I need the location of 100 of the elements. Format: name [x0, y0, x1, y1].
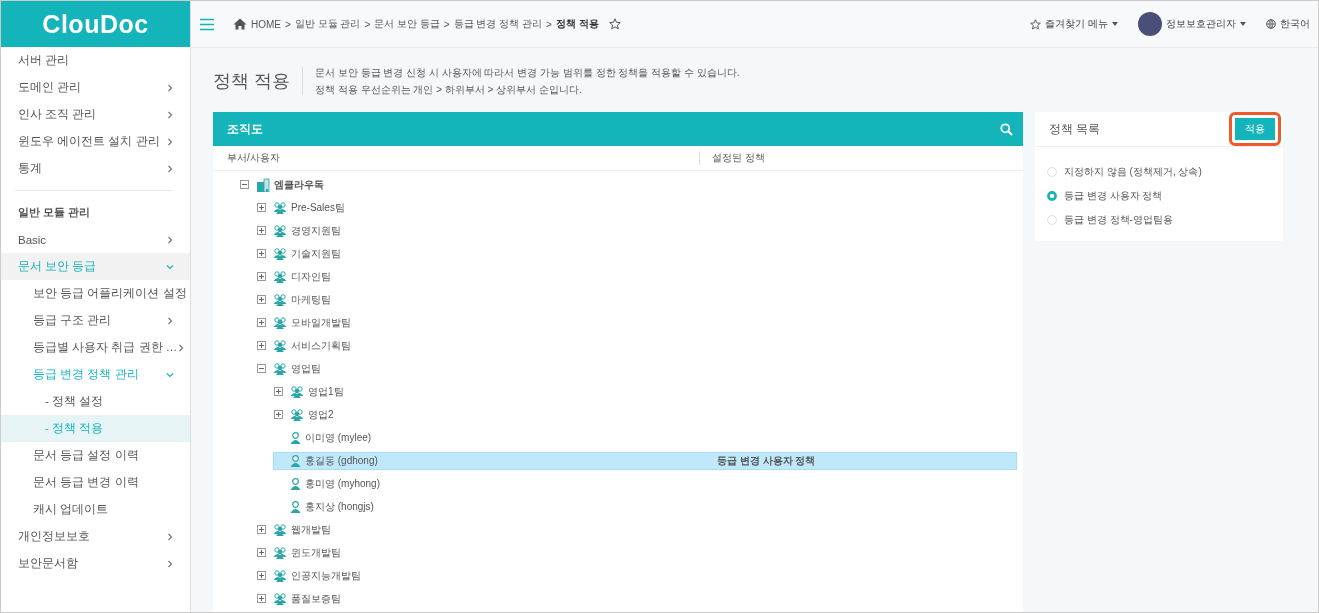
person-icon [290, 500, 301, 513]
sidebar-item[interactable]: 보안문서함 [1, 550, 190, 577]
sidebar-item[interactable]: 보안 등급 어플리케이션 설정 [1, 280, 190, 307]
sidebar-item[interactable]: 통계 [1, 155, 190, 182]
expand-icon[interactable] [257, 525, 266, 534]
star-icon [1030, 18, 1042, 30]
expand-icon[interactable] [257, 272, 266, 281]
favorites-menu[interactable]: 즐겨찾기 메뉴 [1030, 17, 1118, 31]
page-description: 문서 보안 등급 변경 신청 시 사용자에 따라서 변경 가능 범위를 정한 정책을 적용할 수 있습니다. [315, 66, 740, 80]
person-icon [290, 454, 301, 467]
caret-icon [1112, 22, 1118, 26]
column-header: 설정된 정책 [712, 152, 765, 163]
sidebar-item[interactable]: 문서 등급 설정 이력 [1, 442, 190, 469]
group-icon [273, 523, 287, 536]
breadcrumb-separator: > [443, 18, 450, 30]
tree-row[interactable]: 영업팀 [257, 360, 1016, 377]
expand-icon[interactable] [257, 571, 266, 580]
tree-row[interactable]: 이미영 (mylee) [274, 429, 1016, 446]
expand-icon[interactable] [257, 594, 266, 603]
page-description: 정책 적용 우선순위는 개인 > 하위부서 > 상위부서 순입니다. [315, 83, 583, 97]
person-icon [290, 477, 301, 490]
tree-row[interactable]: 윈도개발팀 [257, 544, 1016, 561]
tree-row[interactable]: 경영지원팀 [257, 222, 1016, 239]
breadcrumb-separator: > [364, 18, 371, 30]
chevron-right-icon [166, 316, 174, 325]
home-icon[interactable] [233, 18, 247, 30]
tree-row[interactable]: 품질보증팀 [257, 590, 1016, 607]
sidebar-item[interactable]: 인사 조직 관리 [1, 101, 190, 128]
tree-row[interactable]: 인공지능개발팀 [257, 567, 1016, 584]
group-icon [273, 270, 287, 283]
group-icon [290, 385, 304, 398]
expand-icon[interactable] [274, 387, 283, 396]
sidebar-item[interactable]: 개인정보보호 [1, 523, 190, 550]
expand-icon[interactable] [257, 249, 266, 258]
tree-row[interactable]: 홍미영 (myhong) [274, 475, 1016, 492]
tree-row[interactable]: 웹개발팀 [257, 521, 1016, 538]
chevron-right-icon [166, 164, 174, 173]
language-menu[interactable]: 한국어 [1266, 17, 1310, 31]
person-icon [290, 431, 301, 444]
tree-row[interactable]: 서비스기획팀 [257, 337, 1016, 354]
group-icon [273, 339, 287, 352]
policy-option[interactable]: 지정하지 않음 (정책제거, 상속) [1047, 165, 1271, 179]
tree-row[interactable]: 엠클라우독 [240, 176, 1016, 193]
policy-option[interactable]: 등급 변경 정책-영업팀용 [1047, 213, 1271, 227]
star-icon[interactable] [608, 18, 621, 30]
sidebar-item[interactable]: 문서 등급 변경 이력 [1, 469, 190, 496]
group-icon [273, 293, 287, 306]
tree-row[interactable]: 홍길동 (gdhong) 등급 변경 사용자 정책 [274, 452, 1016, 469]
sidebar-item[interactable]: 캐시 업데이트 [1, 496, 190, 523]
expand-icon[interactable] [274, 410, 283, 419]
search-icon[interactable] [1000, 122, 1013, 136]
page-title: 정책 적용 [213, 67, 303, 95]
tree-row[interactable]: 영업2 [274, 406, 1016, 423]
expand-icon[interactable] [257, 341, 266, 350]
radio-button[interactable] [1047, 191, 1057, 201]
building-icon [256, 177, 270, 192]
collapse-icon[interactable] [240, 180, 249, 189]
policy-option[interactable]: 등급 변경 사용자 정책 [1047, 189, 1271, 203]
expand-icon[interactable] [257, 548, 266, 557]
section-heading: 일반 모듈 관리 [17, 205, 92, 220]
tree-row[interactable]: 모바일개발팀 [257, 314, 1016, 331]
group-icon [273, 316, 287, 329]
group-icon [273, 224, 287, 237]
sidebar-item[interactable]: 도메인 관리 [1, 74, 190, 101]
expand-icon[interactable] [257, 203, 266, 212]
panel-title: 조직도 [227, 120, 263, 138]
tree-row[interactable]: 홍지상 (hongjs) [274, 498, 1016, 515]
group-icon [273, 247, 287, 260]
column-header: 부서/사용자 [227, 152, 280, 163]
sidebar-item[interactable]: 등급별 사용자 취급 권한 … [1, 334, 190, 361]
chevron-right-icon [166, 235, 174, 244]
sidebar-item[interactable]: 윈도우 에이전트 설치 관리 [1, 128, 190, 155]
breadcrumb-item[interactable]: HOME [251, 18, 281, 30]
tree-row[interactable]: Pre-Sales팀 [257, 199, 1016, 216]
avatar [1138, 12, 1162, 36]
tree-row[interactable]: 영업1팀 [274, 383, 1016, 400]
chevron-right-icon [166, 532, 174, 541]
expand-icon[interactable] [257, 226, 266, 235]
tree-row[interactable]: 디자인팀 [257, 268, 1016, 285]
chevron-right-icon [166, 559, 174, 568]
tree-row[interactable]: 마케팅팀 [257, 291, 1016, 308]
expand-icon[interactable] [257, 295, 266, 304]
group-icon [273, 592, 287, 605]
sidebar-item[interactable]: 서버 관리 [1, 47, 190, 74]
breadcrumb-item[interactable]: 문서 보안 등급 [374, 17, 440, 31]
group-icon [273, 546, 287, 559]
breadcrumb-item[interactable]: 일반 모듈 관리 [294, 17, 361, 31]
globe-icon [1266, 19, 1276, 29]
breadcrumb-item: 정책 적용 [555, 17, 599, 31]
chevron-right-icon [177, 343, 186, 352]
breadcrumb-item[interactable]: 등급 변경 정책 관리 [453, 17, 542, 31]
sidebar-item[interactable]: Basic [1, 226, 190, 253]
tree-row[interactable]: 기술지원팀 [257, 245, 1016, 262]
user-menu[interactable]: 정보보호관리자 [1138, 12, 1246, 36]
sidebar-item[interactable]: 등급 구조 관리 [1, 307, 190, 334]
collapse-icon[interactable] [257, 364, 266, 373]
group-icon [290, 408, 304, 421]
expand-icon[interactable] [257, 318, 266, 327]
sidebar-item[interactable]: - 정책 설정 [1, 388, 190, 415]
chevron-right-icon [166, 110, 174, 119]
